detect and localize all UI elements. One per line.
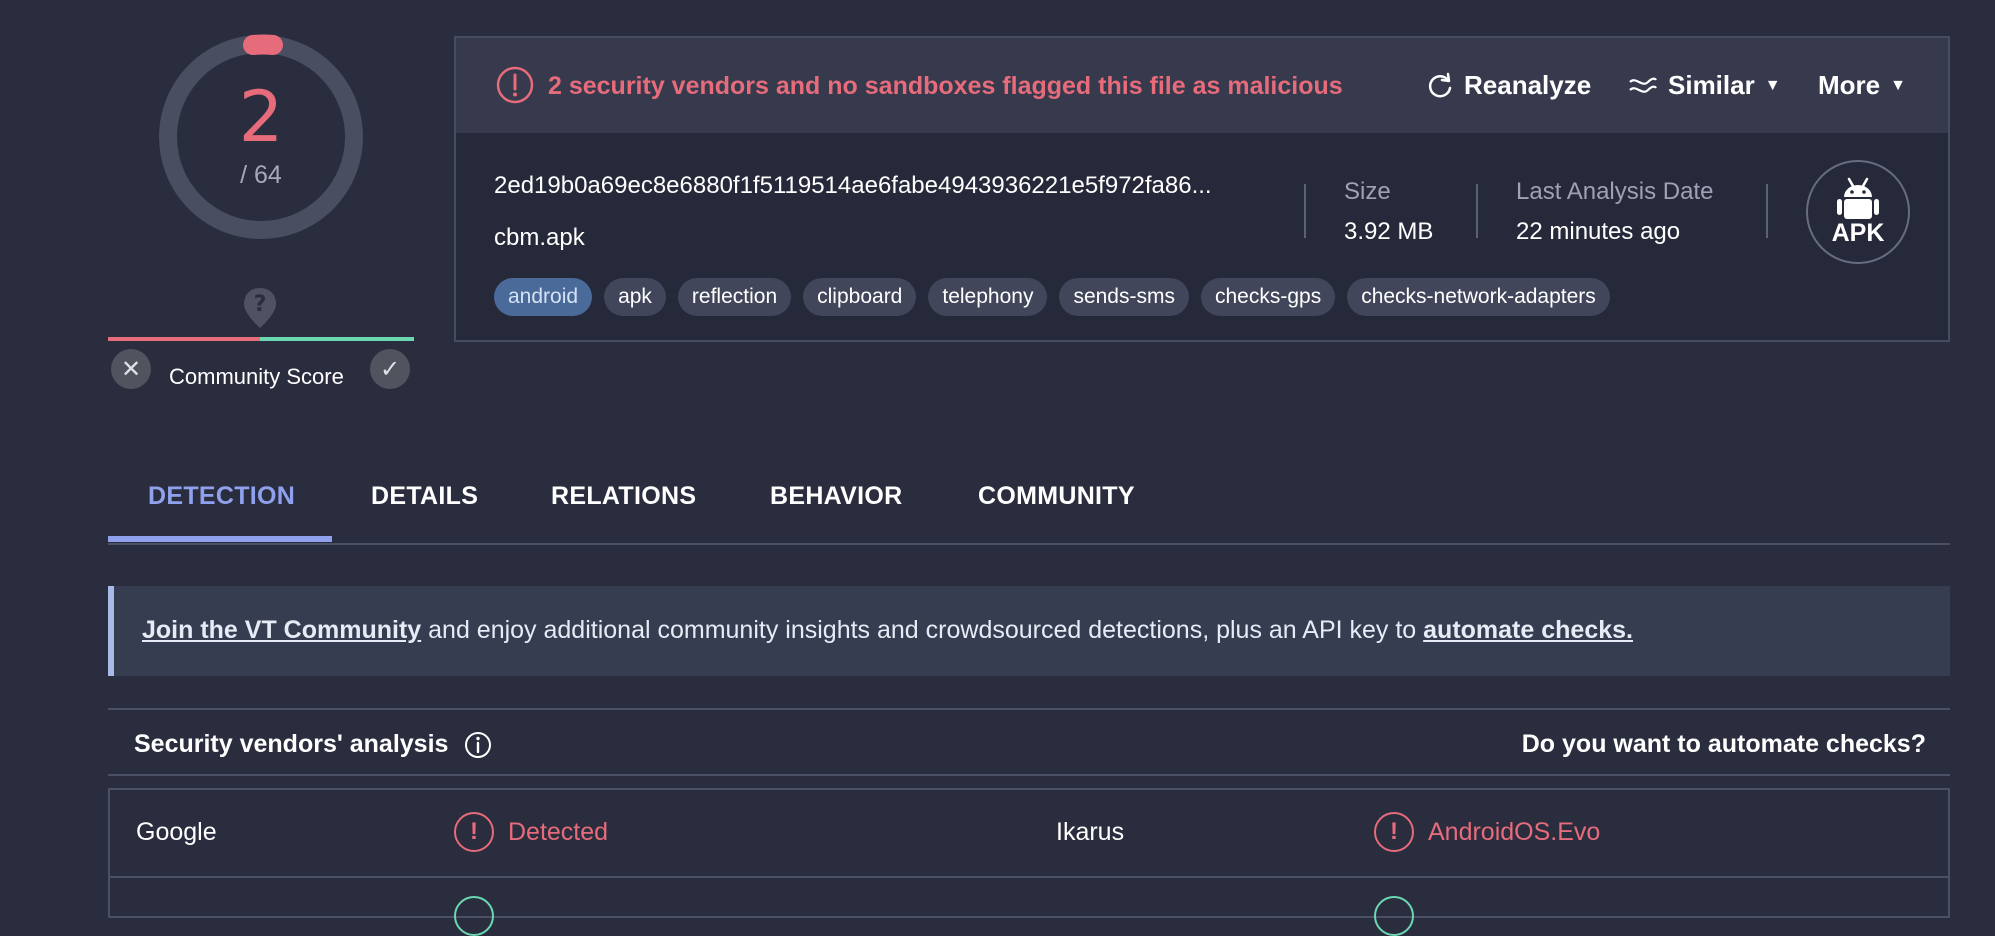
tag-chip[interactable]: apk xyxy=(604,278,666,316)
tag-chip[interactable]: sends-sms xyxy=(1059,278,1189,316)
tag-chip[interactable]: android xyxy=(494,278,593,316)
similar-label: Similar xyxy=(1668,70,1755,100)
section-title-text: Security vendors' analysis xyxy=(134,730,449,758)
detection-count: 2 xyxy=(238,76,284,158)
vote-harmless-button[interactable]: ✓ xyxy=(370,349,410,389)
vendors-table: Google ! Detected Ikarus ! AndroidOS.Evo xyxy=(108,788,1950,936)
vendors-analysis-header: Security vendors' analysis Do you want t… xyxy=(108,708,1950,776)
file-type-label: APK xyxy=(1831,218,1885,247)
chevron-down-icon: ▼ xyxy=(1764,76,1781,94)
refresh-icon xyxy=(1428,72,1452,97)
automate-checks-link[interactable]: automate checks. xyxy=(1423,616,1633,644)
last-analysis-value: 22 minutes ago xyxy=(1516,218,1681,245)
report-tabs: DETECTION DETAILS RELATIONS BEHAVIOR COM… xyxy=(108,470,1950,545)
file-name: cbm.apk xyxy=(494,224,585,251)
divider xyxy=(1304,184,1306,238)
engine-total: / 64 xyxy=(240,161,282,189)
vendor-result: ! Detected xyxy=(454,812,608,852)
automate-checks-prompt[interactable]: Do you want to automate checks? xyxy=(1522,730,1926,759)
detection-score-ring: 2 / 64 xyxy=(158,34,364,240)
svg-text:?: ? xyxy=(254,292,267,317)
similar-dropdown[interactable]: Similar ▼ xyxy=(1628,70,1781,101)
tab-detection[interactable]: DETECTION xyxy=(148,482,295,511)
file-summary-card: 2 security vendors and no sandboxes flag… xyxy=(454,36,1950,342)
verdict-message: 2 security vendors and no sandboxes flag… xyxy=(548,72,1343,100)
tab-relations[interactable]: RELATIONS xyxy=(551,482,696,511)
community-score-marker-icon: ? xyxy=(242,286,278,330)
banner-text: Join the VT Community and enjoy addition… xyxy=(142,616,1633,645)
more-label: More xyxy=(1818,70,1881,100)
tag-chip[interactable]: clipboard xyxy=(803,278,917,316)
tab-details[interactable]: DETAILS xyxy=(371,482,478,511)
alert-circle-icon: ! xyxy=(1374,812,1414,852)
android-icon xyxy=(1837,177,1879,219)
divider xyxy=(1476,184,1478,238)
reanalyze-label: Reanalyze xyxy=(1464,70,1592,100)
community-bar-positive xyxy=(260,337,414,341)
more-dropdown[interactable]: More ▼ xyxy=(1818,70,1906,101)
size-label: Size xyxy=(1344,178,1391,205)
verdict-bar: 2 security vendors and no sandboxes flag… xyxy=(456,38,1948,133)
tag-chip[interactable]: checks-gps xyxy=(1200,278,1336,316)
check-icon: ✓ xyxy=(379,355,401,383)
file-hash[interactable]: 2ed19b0a69ec8e6880f1f5119514ae6fabe49439… xyxy=(494,172,1212,200)
reanalyze-button[interactable]: Reanalyze xyxy=(1426,70,1591,101)
community-bar-negative xyxy=(108,337,260,341)
divider xyxy=(1766,184,1768,238)
vendor-result: ! AndroidOS.Evo xyxy=(1374,812,1600,852)
chevron-down-icon: ▼ xyxy=(1890,76,1906,94)
banner-body: and enjoy additional community insights … xyxy=(421,616,1424,644)
tab-behavior[interactable]: BEHAVIOR xyxy=(770,482,903,511)
info-icon[interactable] xyxy=(464,731,492,759)
vendor-name: Ikarus xyxy=(1056,818,1125,846)
check-circle-icon xyxy=(454,896,494,936)
join-community-link[interactable]: Join the VT Community xyxy=(142,616,421,644)
active-tab-indicator xyxy=(108,536,332,542)
check-circle-icon xyxy=(1374,896,1414,936)
file-type-badge: APK xyxy=(1806,160,1910,264)
alert-circle-icon: ! xyxy=(454,812,494,852)
similar-icon xyxy=(1629,77,1657,93)
tag-chip[interactable]: checks-network-adapters xyxy=(1347,278,1610,316)
last-analysis-label: Last Analysis Date xyxy=(1516,178,1714,205)
size-value: 3.92 MB xyxy=(1344,218,1434,245)
tag-list: android apk reflection clipboard telepho… xyxy=(494,278,1610,316)
community-banner: Join the VT Community and enjoy addition… xyxy=(108,586,1950,676)
vendor-name: Google xyxy=(136,818,217,846)
tag-chip[interactable]: reflection xyxy=(677,278,792,316)
tag-chip[interactable]: telephony xyxy=(928,278,1048,316)
section-title: Security vendors' analysis xyxy=(134,730,492,759)
tab-community[interactable]: COMMUNITY xyxy=(978,482,1135,511)
close-icon: ✕ xyxy=(120,355,142,383)
alert-circle-icon xyxy=(496,66,534,104)
table-row: Google ! Detected Ikarus ! AndroidOS.Evo xyxy=(110,790,1948,878)
community-score-label: Community Score xyxy=(169,364,344,389)
result-text: AndroidOS.Evo xyxy=(1428,817,1601,846)
result-text: Detected xyxy=(508,817,609,846)
vote-malicious-button[interactable]: ✕ xyxy=(111,349,151,389)
